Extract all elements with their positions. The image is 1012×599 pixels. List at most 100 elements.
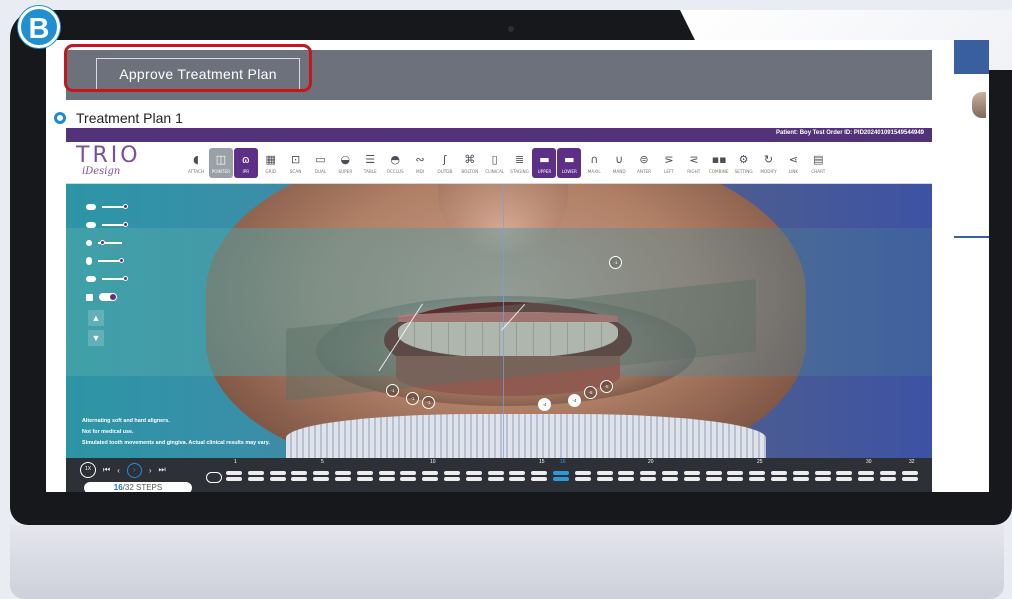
step-pill[interactable]	[378, 477, 395, 481]
step-pill[interactable]	[858, 477, 875, 481]
step-pill[interactable]	[553, 477, 569, 481]
tool-occlus[interactable]: ◓ OCCLUS	[383, 142, 407, 184]
tool-bolton[interactable]: ⌘ BOLTON	[458, 142, 482, 184]
ipr-marker[interactable]: -1	[609, 256, 622, 269]
step-pill[interactable]	[683, 477, 700, 481]
step-pill[interactable]	[247, 471, 264, 475]
tool-lower[interactable]: ▬ LOWER	[557, 148, 582, 178]
step-pill[interactable]	[509, 477, 526, 481]
step-pill[interactable]	[444, 471, 460, 475]
step-pill[interactable]	[836, 477, 853, 481]
step-pill[interactable]	[313, 477, 330, 481]
step-pill[interactable]	[901, 477, 918, 481]
step-pill[interactable]	[814, 471, 831, 475]
step-pill[interactable]	[727, 471, 744, 475]
step-pill[interactable]	[771, 477, 787, 481]
step-pill[interactable]	[836, 471, 853, 475]
step-pill[interactable]	[400, 477, 417, 481]
ipr-marker[interactable]: -1	[386, 384, 399, 397]
slider-model[interactable]	[86, 288, 126, 306]
tool-staging[interactable]: ≣ STAGING	[508, 142, 532, 184]
tool-modify[interactable]: ↻ MODIFY	[756, 142, 780, 184]
step-pill[interactable]	[640, 477, 657, 481]
step-pill[interactable]	[335, 471, 351, 475]
tool-clinical[interactable]: ▯ CLINICAL	[483, 142, 507, 184]
step-pill[interactable]	[771, 471, 787, 475]
step-pill[interactable]	[226, 471, 242, 475]
ipr-marker[interactable]: -5	[600, 380, 613, 393]
step-pill[interactable]	[901, 471, 918, 475]
step-pill[interactable]	[749, 477, 766, 481]
step-pill[interactable]	[269, 477, 286, 481]
step-pill[interactable]	[596, 477, 613, 481]
treatment-plan-radio[interactable]	[54, 112, 66, 124]
step-pill[interactable]	[291, 471, 308, 475]
step-pill[interactable]	[792, 477, 809, 481]
3d-viewport[interactable]: ▲ ▼ -1 -1 -1 -1 -4 -4 -5 -5 Alternating …	[66, 184, 932, 458]
tool-table[interactable]: ☰ TABLE	[358, 142, 382, 184]
tool-anter[interactable]: ⊜ ANTER	[632, 142, 656, 184]
step-pill[interactable]	[662, 471, 678, 475]
step-pill[interactable]	[880, 477, 896, 481]
arrow-up-icon[interactable]: ▲	[88, 310, 104, 326]
treatment-plan-option[interactable]: Treatment Plan 1	[54, 108, 183, 128]
ipr-marker[interactable]: -1	[406, 392, 419, 405]
ipr-marker[interactable]: -4	[568, 394, 581, 407]
step-pill[interactable]	[662, 477, 678, 481]
arrow-down-icon[interactable]: ▼	[88, 330, 104, 346]
step-pill[interactable]	[356, 471, 373, 475]
slider-attachment[interactable]	[86, 234, 126, 252]
step-pill[interactable]	[400, 471, 417, 475]
step-pill[interactable]	[378, 471, 395, 475]
step-pill[interactable]	[313, 471, 330, 475]
step-zero-pill[interactable]	[206, 472, 222, 483]
tool-pointer[interactable]: ◫ POINTER	[208, 148, 233, 178]
step-pill[interactable]	[509, 471, 526, 475]
step-pill[interactable]	[683, 471, 700, 475]
step-pill[interactable]	[574, 471, 591, 475]
slider-tooth[interactable]	[86, 252, 126, 270]
model-toggle[interactable]	[99, 293, 117, 301]
step-pill[interactable]	[553, 471, 569, 475]
slider-upper[interactable]	[86, 198, 128, 216]
step-pill[interactable]	[814, 477, 831, 481]
step-pill[interactable]	[422, 477, 439, 481]
step-pill[interactable]	[640, 471, 657, 475]
ipr-marker[interactable]: -4	[538, 398, 551, 411]
ipr-marker[interactable]: -1	[422, 396, 435, 409]
tool-dual[interactable]: ▭ DUAL	[308, 142, 332, 184]
step-pill[interactable]	[596, 471, 613, 475]
step-pill[interactable]	[705, 477, 722, 481]
step-pill[interactable]	[618, 471, 635, 475]
step-pill[interactable]	[727, 477, 744, 481]
tool-combine[interactable]: ▪▪ COMBINE	[707, 142, 731, 184]
step-pill[interactable]	[574, 477, 591, 481]
step-pill[interactable]	[749, 471, 766, 475]
step-pill[interactable]	[291, 477, 308, 481]
tool-right[interactable]: ⋜ RIGHT	[682, 142, 706, 184]
tool-grid[interactable]: ▦ GRID	[259, 142, 283, 184]
tool-link[interactable]: ⋖ LINK	[781, 142, 805, 184]
tool-chart[interactable]: ▤ CHART	[806, 142, 830, 184]
step-pill[interactable]	[531, 477, 548, 481]
step-pill[interactable]	[531, 471, 548, 475]
tool-super[interactable]: ◒ SUPER	[333, 142, 357, 184]
tool-maxil[interactable]: ∩ MAXIL	[582, 142, 606, 184]
tool-scan[interactable]: ⊡ SCAN	[284, 142, 308, 184]
step-pill[interactable]	[226, 477, 242, 481]
tool-setting[interactable]: ⚙ SETTING	[732, 142, 756, 184]
tool-mand[interactable]: ∪ MAND	[607, 142, 631, 184]
step-pill[interactable]	[858, 471, 875, 475]
tool-upper[interactable]: ▬ UPPER	[532, 148, 557, 178]
step-pill[interactable]	[618, 477, 635, 481]
ipr-marker[interactable]: -5	[584, 386, 597, 399]
step-pill[interactable]	[487, 471, 504, 475]
tool-outdb[interactable]: ʃ OUTDB	[433, 142, 457, 184]
step-pill[interactable]	[247, 477, 264, 481]
step-pill[interactable]	[335, 477, 351, 481]
slider-lower[interactable]	[86, 216, 128, 234]
step-pill[interactable]	[356, 477, 373, 481]
step-pill[interactable]	[465, 477, 482, 481]
step-pill[interactable]	[422, 471, 439, 475]
step-pill[interactable]	[880, 471, 896, 475]
